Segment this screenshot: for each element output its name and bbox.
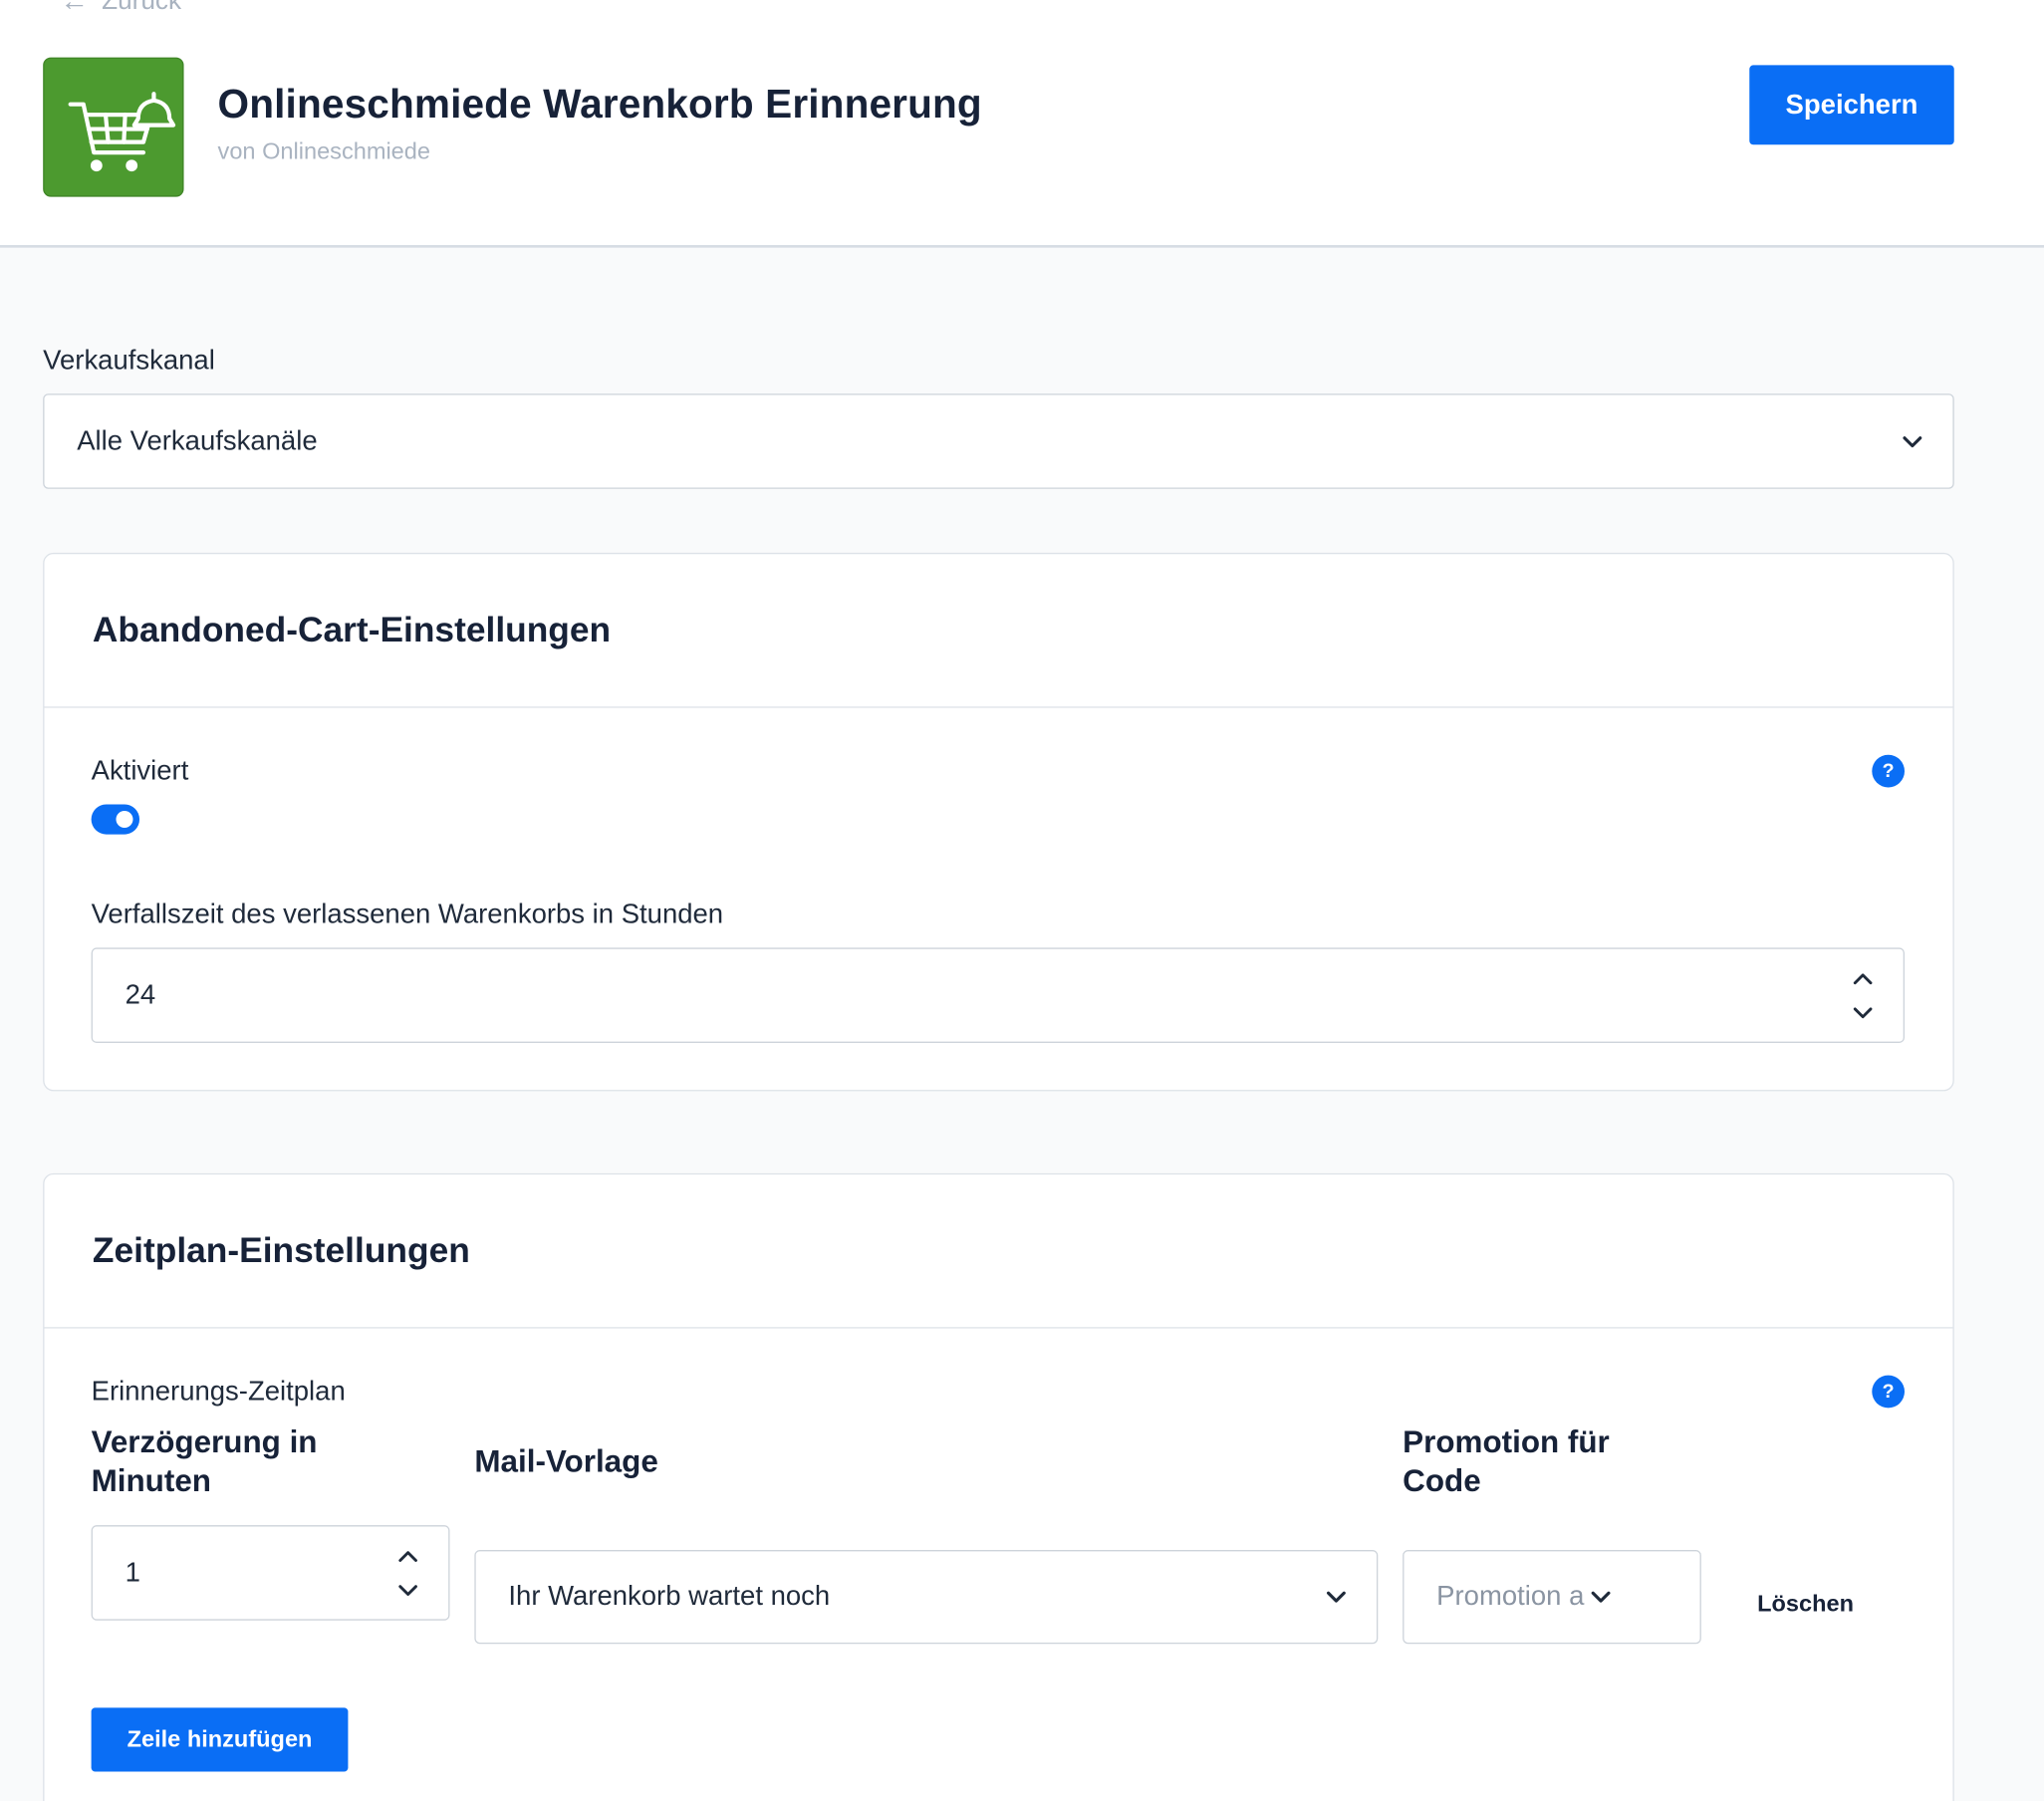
delete-row-button[interactable]: Löschen <box>1757 1591 1854 1618</box>
chevron-down-icon <box>1326 1591 1346 1603</box>
mail-template-select[interactable]: Ihr Warenkorb wartet noch <box>474 1550 1379 1645</box>
help-icon[interactable]: ? <box>1872 1375 1906 1409</box>
enabled-toggle[interactable] <box>91 804 140 835</box>
back-label: Zurück <box>102 0 182 16</box>
delay-stepper[interactable] <box>396 1547 420 1599</box>
chevron-down-icon <box>1903 435 1922 447</box>
delay-value: 1 <box>125 1557 140 1588</box>
chevron-down-icon[interactable] <box>396 1581 420 1599</box>
delay-minutes-input[interactable]: 1 <box>91 1525 450 1621</box>
add-row-button[interactable]: Zeile hinzufügen <box>91 1707 349 1772</box>
arrow-left-icon: ← <box>60 0 89 18</box>
chevron-up-icon[interactable] <box>396 1547 420 1565</box>
schedule-card-header: Zeitplan-Einstellungen <box>44 1174 1953 1329</box>
back-link[interactable]: ← Zurück <box>60 0 181 18</box>
shopping-cart-bell-icon <box>68 92 176 172</box>
promotion-code-select[interactable]: Promotion a <box>1403 1550 1701 1645</box>
help-icon[interactable]: ? <box>1872 754 1906 788</box>
app-header: ← Zurück Onlineschmiede Warenkorb Erinne… <box>0 0 2044 248</box>
abandoned-cart-title: Abandoned-Cart-Einstellungen <box>92 610 612 649</box>
app-title: Onlineschmiede Warenkorb Erinnerung <box>217 81 982 127</box>
mail-template-value: Ihr Warenkorb wartet noch <box>508 1581 831 1612</box>
abandoned-cart-card-header: Abandoned-Cart-Einstellungen <box>44 554 1953 708</box>
chevron-up-icon[interactable] <box>1851 969 1875 987</box>
app-logo <box>43 57 184 197</box>
sales-channel-value: Alle Verkaufskanäle <box>77 425 318 456</box>
expiry-label: Verfallszeit des verlassenen Warenkorbs … <box>91 900 724 930</box>
column-header-delay: Verzögerung in Minuten <box>91 1424 318 1500</box>
chevron-down-icon <box>1591 1591 1611 1603</box>
expiry-value: 24 <box>125 979 156 1010</box>
promotion-placeholder: Promotion a <box>1436 1581 1585 1612</box>
column-header-template: Mail-Vorlage <box>474 1444 658 1480</box>
column-header-promotion: Promotion für Code <box>1403 1424 1610 1500</box>
schedule-title: Zeitplan-Einstellungen <box>92 1230 470 1270</box>
app-vendor: von Onlineschmiede <box>217 137 430 164</box>
expiry-stepper[interactable] <box>1851 969 1875 1021</box>
toggle-knob <box>116 811 133 829</box>
chevron-down-icon[interactable] <box>1851 1003 1875 1021</box>
enabled-label: Aktiviert <box>91 756 189 787</box>
sales-channel-select[interactable]: Alle Verkaufskanäle <box>43 393 1954 489</box>
sales-channel-label: Verkaufskanal <box>43 345 215 376</box>
schedule-label: Erinnerungs-Zeitplan <box>91 1376 346 1408</box>
expiry-hours-input[interactable]: 24 <box>91 947 1906 1043</box>
save-button[interactable]: Speichern <box>1749 65 1954 145</box>
